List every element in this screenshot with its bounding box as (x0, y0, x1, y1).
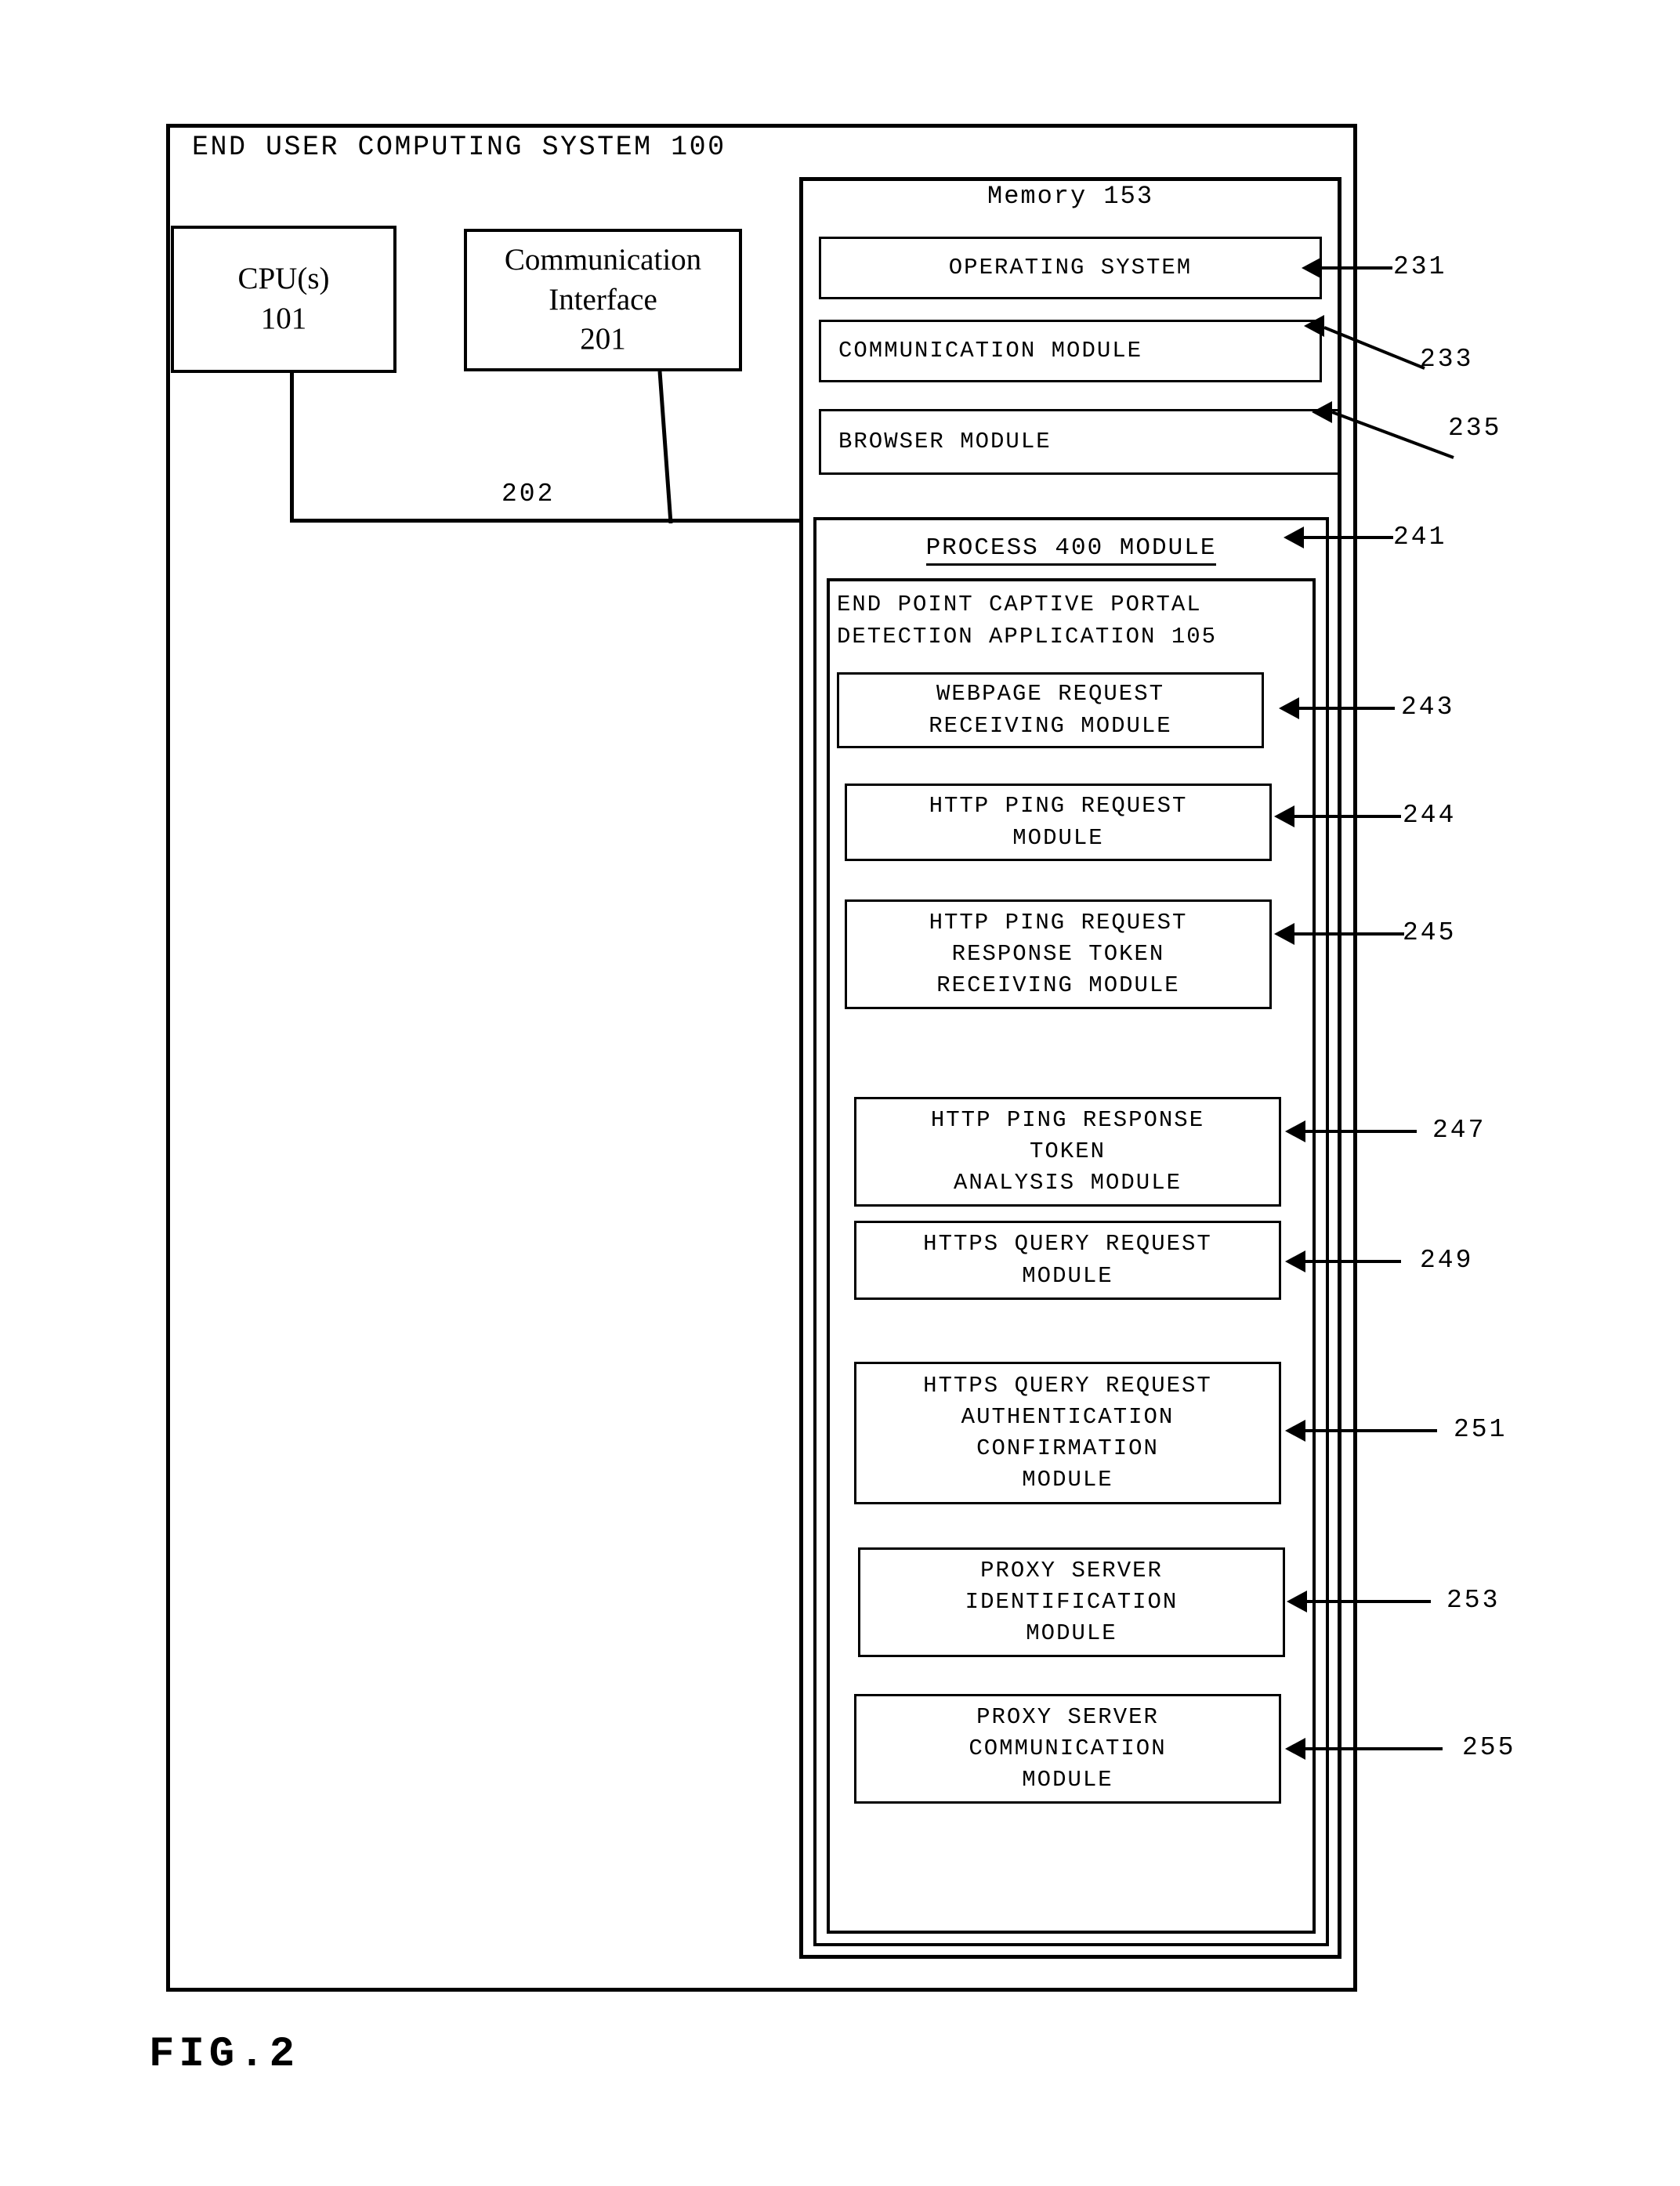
leader-arrow-244 (1274, 805, 1294, 827)
module-proxy-server-communication: PROXY SERVER COMMUNICATION MODULE (854, 1694, 1281, 1804)
leader-arrow-245 (1274, 923, 1294, 945)
module-247-line3: ANALYSIS MODULE (953, 1170, 1182, 1196)
leader-arrow-231 (1302, 257, 1322, 279)
comm-interface-label-line2: Interface (549, 282, 657, 317)
module-255-line2: COMMUNICATION (969, 1735, 1167, 1761)
system-title: END USER COMPUTING SYSTEM 100 (192, 132, 726, 163)
ref-number-251: 251 (1454, 1415, 1508, 1444)
leader-line-231 (1322, 266, 1392, 270)
leader-arrow-247 (1285, 1120, 1305, 1142)
module-operating-system-label: OPERATING SYSTEM (948, 254, 1193, 280)
comm-interface-label-line1: Communication (504, 242, 702, 277)
module-251-line4: MODULE (1022, 1467, 1113, 1493)
cpu-label: CPU(s) (237, 262, 330, 296)
ref-number-249: 249 (1420, 1246, 1474, 1275)
module-249-line2: MODULE (1022, 1262, 1113, 1289)
leader-line-253 (1307, 1600, 1431, 1603)
module-proxy-server-identification: PROXY SERVER IDENTIFICATION MODULE (858, 1547, 1285, 1657)
ref-number-233: 233 (1420, 345, 1474, 374)
module-243-line1: WEBPAGE REQUEST (936, 681, 1165, 708)
module-251-line3: CONFIRMATION (976, 1435, 1159, 1461)
ref-number-255: 255 (1462, 1733, 1516, 1762)
module-249-line1: HTTPS QUERY REQUEST (923, 1231, 1212, 1258)
module-operating-system: OPERATING SYSTEM (819, 237, 1322, 299)
module-browser: BROWSER MODULE (819, 409, 1340, 475)
module-247-line2: TOKEN (1029, 1138, 1106, 1164)
leader-line-249 (1305, 1260, 1401, 1263)
module-244-line2: MODULE (1012, 824, 1104, 851)
memory-title: Memory 153 (987, 182, 1154, 211)
leader-arrow-249 (1285, 1250, 1305, 1272)
leader-arrow-255 (1285, 1738, 1305, 1760)
module-webpage-request-receiving: WEBPAGE REQUEST RECEIVING MODULE (837, 672, 1264, 748)
figure-label: FIG.2 (149, 2031, 300, 2079)
leader-line-244 (1294, 815, 1401, 818)
leader-arrow-243 (1279, 697, 1299, 719)
leader-line-245 (1294, 932, 1404, 936)
comm-interface-ref: 201 (580, 322, 626, 356)
leader-arrow-253 (1287, 1591, 1307, 1612)
ref-number-241: 241 (1393, 523, 1447, 552)
module-244-line1: HTTP PING REQUEST (929, 793, 1188, 820)
leader-arrow-235 (1312, 401, 1332, 423)
ref-number-245: 245 (1403, 918, 1457, 947)
process-400-module-title-text: PROCESS 400 MODULE (925, 534, 1217, 566)
module-browser-label: BROWSER MODULE (838, 428, 1052, 454)
application-title-line1: END POINT CAPTIVE PORTAL (837, 592, 1202, 617)
cpu-ref: 101 (260, 302, 307, 335)
module-251-line1: HTTPS QUERY REQUEST (923, 1372, 1212, 1399)
module-243-line2: RECEIVING MODULE (929, 712, 1172, 739)
ref-number-235: 235 (1448, 414, 1502, 443)
leader-line-233 (1324, 326, 1425, 370)
ref-number-231: 231 (1393, 252, 1447, 281)
module-253-line1: PROXY SERVER (980, 1557, 1163, 1583)
module-255-line3: MODULE (1022, 1767, 1113, 1793)
bus-ref-202: 202 (501, 480, 556, 508)
application-title: END POINT CAPTIVE PORTAL DETECTION APPLI… (837, 589, 1307, 653)
module-http-ping-response-token-analysis: HTTP PING RESPONSE TOKEN ANALYSIS MODULE (854, 1097, 1281, 1207)
module-communication-label: COMMUNICATION MODULE (838, 337, 1143, 364)
patent-figure-page: END USER COMPUTING SYSTEM 100 CPU(s) 101… (0, 0, 1680, 2186)
leader-line-247 (1305, 1130, 1417, 1133)
ref-number-253: 253 (1446, 1586, 1501, 1615)
module-253-line2: IDENTIFICATION (965, 1588, 1179, 1615)
leader-line-251 (1305, 1429, 1437, 1432)
leader-line-243 (1299, 707, 1395, 710)
module-255-line1: PROXY SERVER (976, 1703, 1159, 1730)
module-http-ping-request: HTTP PING REQUEST MODULE (845, 784, 1272, 861)
application-title-line2: DETECTION APPLICATION 105 (837, 623, 1218, 650)
module-247-line1: HTTP PING RESPONSE (930, 1106, 1205, 1133)
leader-line-235 (1332, 411, 1454, 459)
module-251-line2: AUTHENTICATION (961, 1403, 1175, 1430)
leader-line-241 (1304, 536, 1393, 539)
module-245-line1: HTTP PING REQUEST (929, 909, 1188, 936)
module-https-query-request-authentication-confirmation: HTTPS QUERY REQUEST AUTHENTICATION CONFI… (854, 1362, 1281, 1504)
module-245-line3: RECEIVING MODULE (936, 972, 1180, 998)
leader-arrow-233 (1304, 315, 1324, 337)
module-communication: COMMUNICATION MODULE (819, 320, 1322, 382)
leader-line-255 (1305, 1747, 1443, 1750)
process-400-module-title: PROCESS 400 MODULE (813, 534, 1329, 566)
leader-arrow-251 (1285, 1420, 1305, 1442)
module-https-query-request: HTTPS QUERY REQUEST MODULE (854, 1221, 1281, 1300)
module-http-ping-request-response-token-receiving: HTTP PING REQUEST RESPONSE TOKEN RECEIVI… (845, 899, 1272, 1009)
ref-number-247: 247 (1432, 1116, 1486, 1145)
ref-number-244: 244 (1403, 801, 1457, 830)
bus-comm-drop-line (657, 371, 673, 523)
ref-number-243: 243 (1401, 693, 1455, 722)
cpu-box: CPU(s) 101 (171, 226, 396, 373)
module-245-line2: RESPONSE TOKEN (951, 940, 1165, 967)
leader-arrow-241 (1284, 527, 1304, 548)
communication-interface-box: Communication Interface 201 (464, 229, 742, 371)
module-253-line3: MODULE (1026, 1620, 1117, 1646)
bus-cpu-drop-line (290, 373, 294, 522)
